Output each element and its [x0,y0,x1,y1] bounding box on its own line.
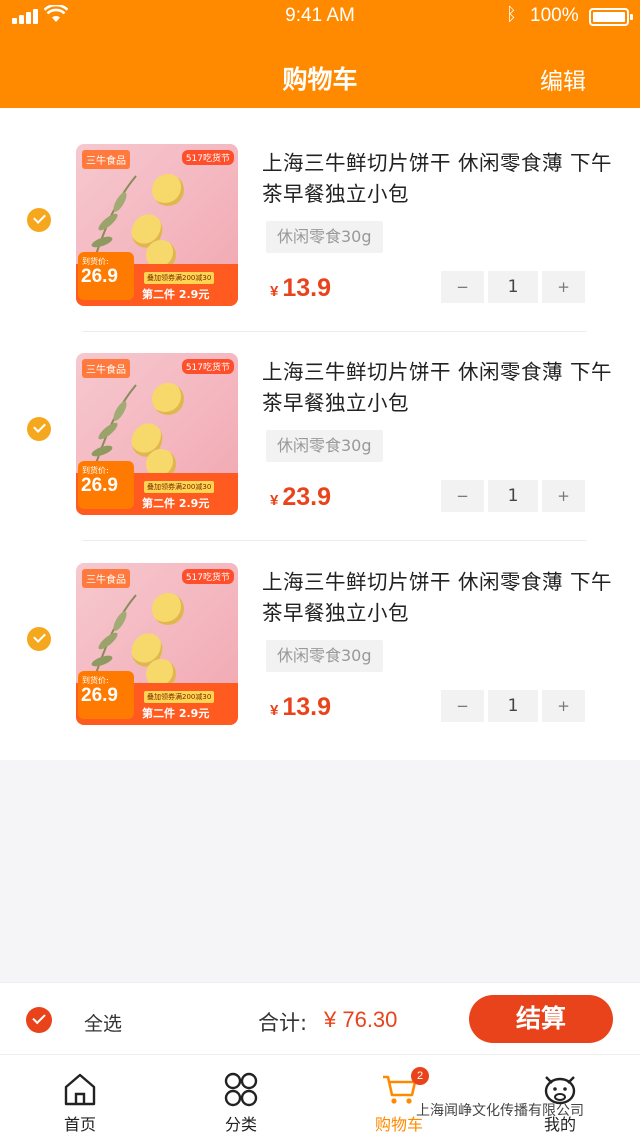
battery-percent: 100% [530,5,579,26]
currency-symbol: ¥ [270,492,279,509]
festival-label: 517吃货节 [181,569,234,584]
quantity-value[interactable]: 1 [488,690,538,722]
increase-button[interactable]: + [542,690,585,722]
select-all-label[interactable]: 全选 [84,1009,122,1036]
increase-button[interactable]: + [542,480,585,512]
thumb-price-tag: 到货价: 26.9 [78,252,134,300]
cart-item: 三牛食品 517吃货节 到货价: 26.9 叠加领券满200减30 第二件 2.… [0,144,640,354]
decrease-button[interactable]: − [441,271,484,303]
quantity-stepper: − 1 + [441,690,585,722]
total-value: ¥ 76.30 [324,1007,398,1032]
cart-list: 三牛食品 517吃货节 到货价: 26.9 叠加领券满200减30 第二件 2.… [0,108,640,760]
currency-symbol: ¥ [270,283,279,300]
home-icon [64,1073,96,1106]
cracker-image [152,383,184,415]
tab-bar: 首页 分类 2 购物车 我的 [0,1054,640,1138]
currency-symbol: ¥ [270,702,279,719]
item-divider [82,540,586,541]
tab-label: 首页 [63,1115,96,1134]
item-divider [82,331,586,332]
item-checkbox[interactable] [27,417,51,441]
brand-label: 三牛食品 [82,359,130,378]
bluetooth-icon: ᛒ [506,4,517,25]
product-price: ¥13.9 [270,693,331,722]
decrease-button[interactable]: − [441,690,484,722]
thumb-promo-second: 第二件 2.9元 [142,497,210,510]
decrease-button[interactable]: − [441,480,484,512]
thumb-promo-coupon: 叠加领券满200减30 [144,481,215,493]
battery-icon [589,8,633,26]
watermark-text: 上海闻峥文化传播有限公司 [416,1103,584,1119]
category-icon [224,1072,258,1107]
product-spec[interactable]: 休闲零食30g [266,640,383,672]
product-title[interactable]: 上海三牛鲜切片饼干 休闲零食薄 下午茶早餐独立小包 [262,567,618,629]
thumb-price: 26.9 [81,475,118,496]
status-bar: 9:41 AM ᛒ 100% [0,0,640,34]
product-price: ¥23.9 [270,483,331,512]
leaf-decoration [91,384,137,470]
leaf-decoration [91,594,137,680]
checkout-bar: 全选 合计: ¥ 76.30 结算 [0,982,640,1054]
increase-button[interactable]: + [542,271,585,303]
item-checkbox[interactable] [27,208,51,232]
cracker-image [152,174,184,206]
price-value: 13.9 [282,693,332,721]
thumb-promo-second: 第二件 2.9元 [142,288,210,301]
tab-profile[interactable]: 我的 [500,1055,620,1138]
app-header: 9:41 AM ᛒ 100% 购物车 编辑 [0,0,640,108]
brand-label: 三牛食品 [82,150,130,169]
thumb-promo-coupon: 叠加领券满200减30 [144,272,215,284]
tab-label: 分类 [224,1115,257,1134]
item-checkbox[interactable] [27,627,51,651]
price-value: 13.9 [282,274,332,302]
product-spec[interactable]: 休闲零食30g [266,221,383,253]
product-title[interactable]: 上海三牛鲜切片饼干 休闲零食薄 下午茶早餐独立小包 [262,148,618,210]
cracker-image [152,593,184,625]
product-title[interactable]: 上海三牛鲜切片饼干 休闲零食薄 下午茶早餐独立小包 [262,357,618,419]
price-value: 23.9 [282,483,332,511]
checkout-button[interactable]: 结算 [469,995,613,1043]
product-thumbnail[interactable]: 三牛食品 517吃货节 到货价: 26.9 叠加领券满200减30 第二件 2.… [76,144,238,306]
quantity-stepper: − 1 + [441,271,585,303]
product-thumbnail[interactable]: 三牛食品 517吃货节 到货价: 26.9 叠加领券满200减30 第二件 2.… [76,563,238,725]
leaf-decoration [91,175,137,261]
brand-label: 三牛食品 [82,569,130,588]
cart-item: 三牛食品 517吃货节 到货价: 26.9 叠加领券满200减30 第二件 2.… [0,563,640,773]
quantity-value[interactable]: 1 [488,480,538,512]
quantity-stepper: − 1 + [441,480,585,512]
select-all-checkbox[interactable] [26,1007,52,1033]
thumb-price-tag: 到货价: 26.9 [78,671,134,719]
thumb-promo-coupon: 叠加领券满200减30 [144,691,215,703]
tab-category[interactable]: 分类 [181,1055,301,1138]
total-label: 合计: [258,1011,308,1035]
edit-button[interactable]: 编辑 [540,62,586,96]
festival-label: 517吃货节 [181,359,234,374]
thumb-promo-second: 第二件 2.9元 [142,707,210,720]
cart-item: 三牛食品 517吃货节 到货价: 26.9 叠加领券满200减30 第二件 2.… [0,353,640,563]
cart-badge: 2 [411,1067,429,1085]
product-spec[interactable]: 休闲零食30g [266,430,383,462]
festival-label: 517吃货节 [181,150,234,165]
quantity-value[interactable]: 1 [488,271,538,303]
thumb-price: 26.9 [81,266,118,287]
thumb-price-tag: 到货价: 26.9 [78,461,134,509]
product-price: ¥13.9 [270,274,331,303]
thumb-price: 26.9 [81,685,118,706]
tab-home[interactable]: 首页 [20,1055,140,1138]
product-thumbnail[interactable]: 三牛食品 517吃货节 到货价: 26.9 叠加领券满200减30 第二件 2.… [76,353,238,515]
tab-cart[interactable]: 2 购物车 [339,1055,459,1138]
